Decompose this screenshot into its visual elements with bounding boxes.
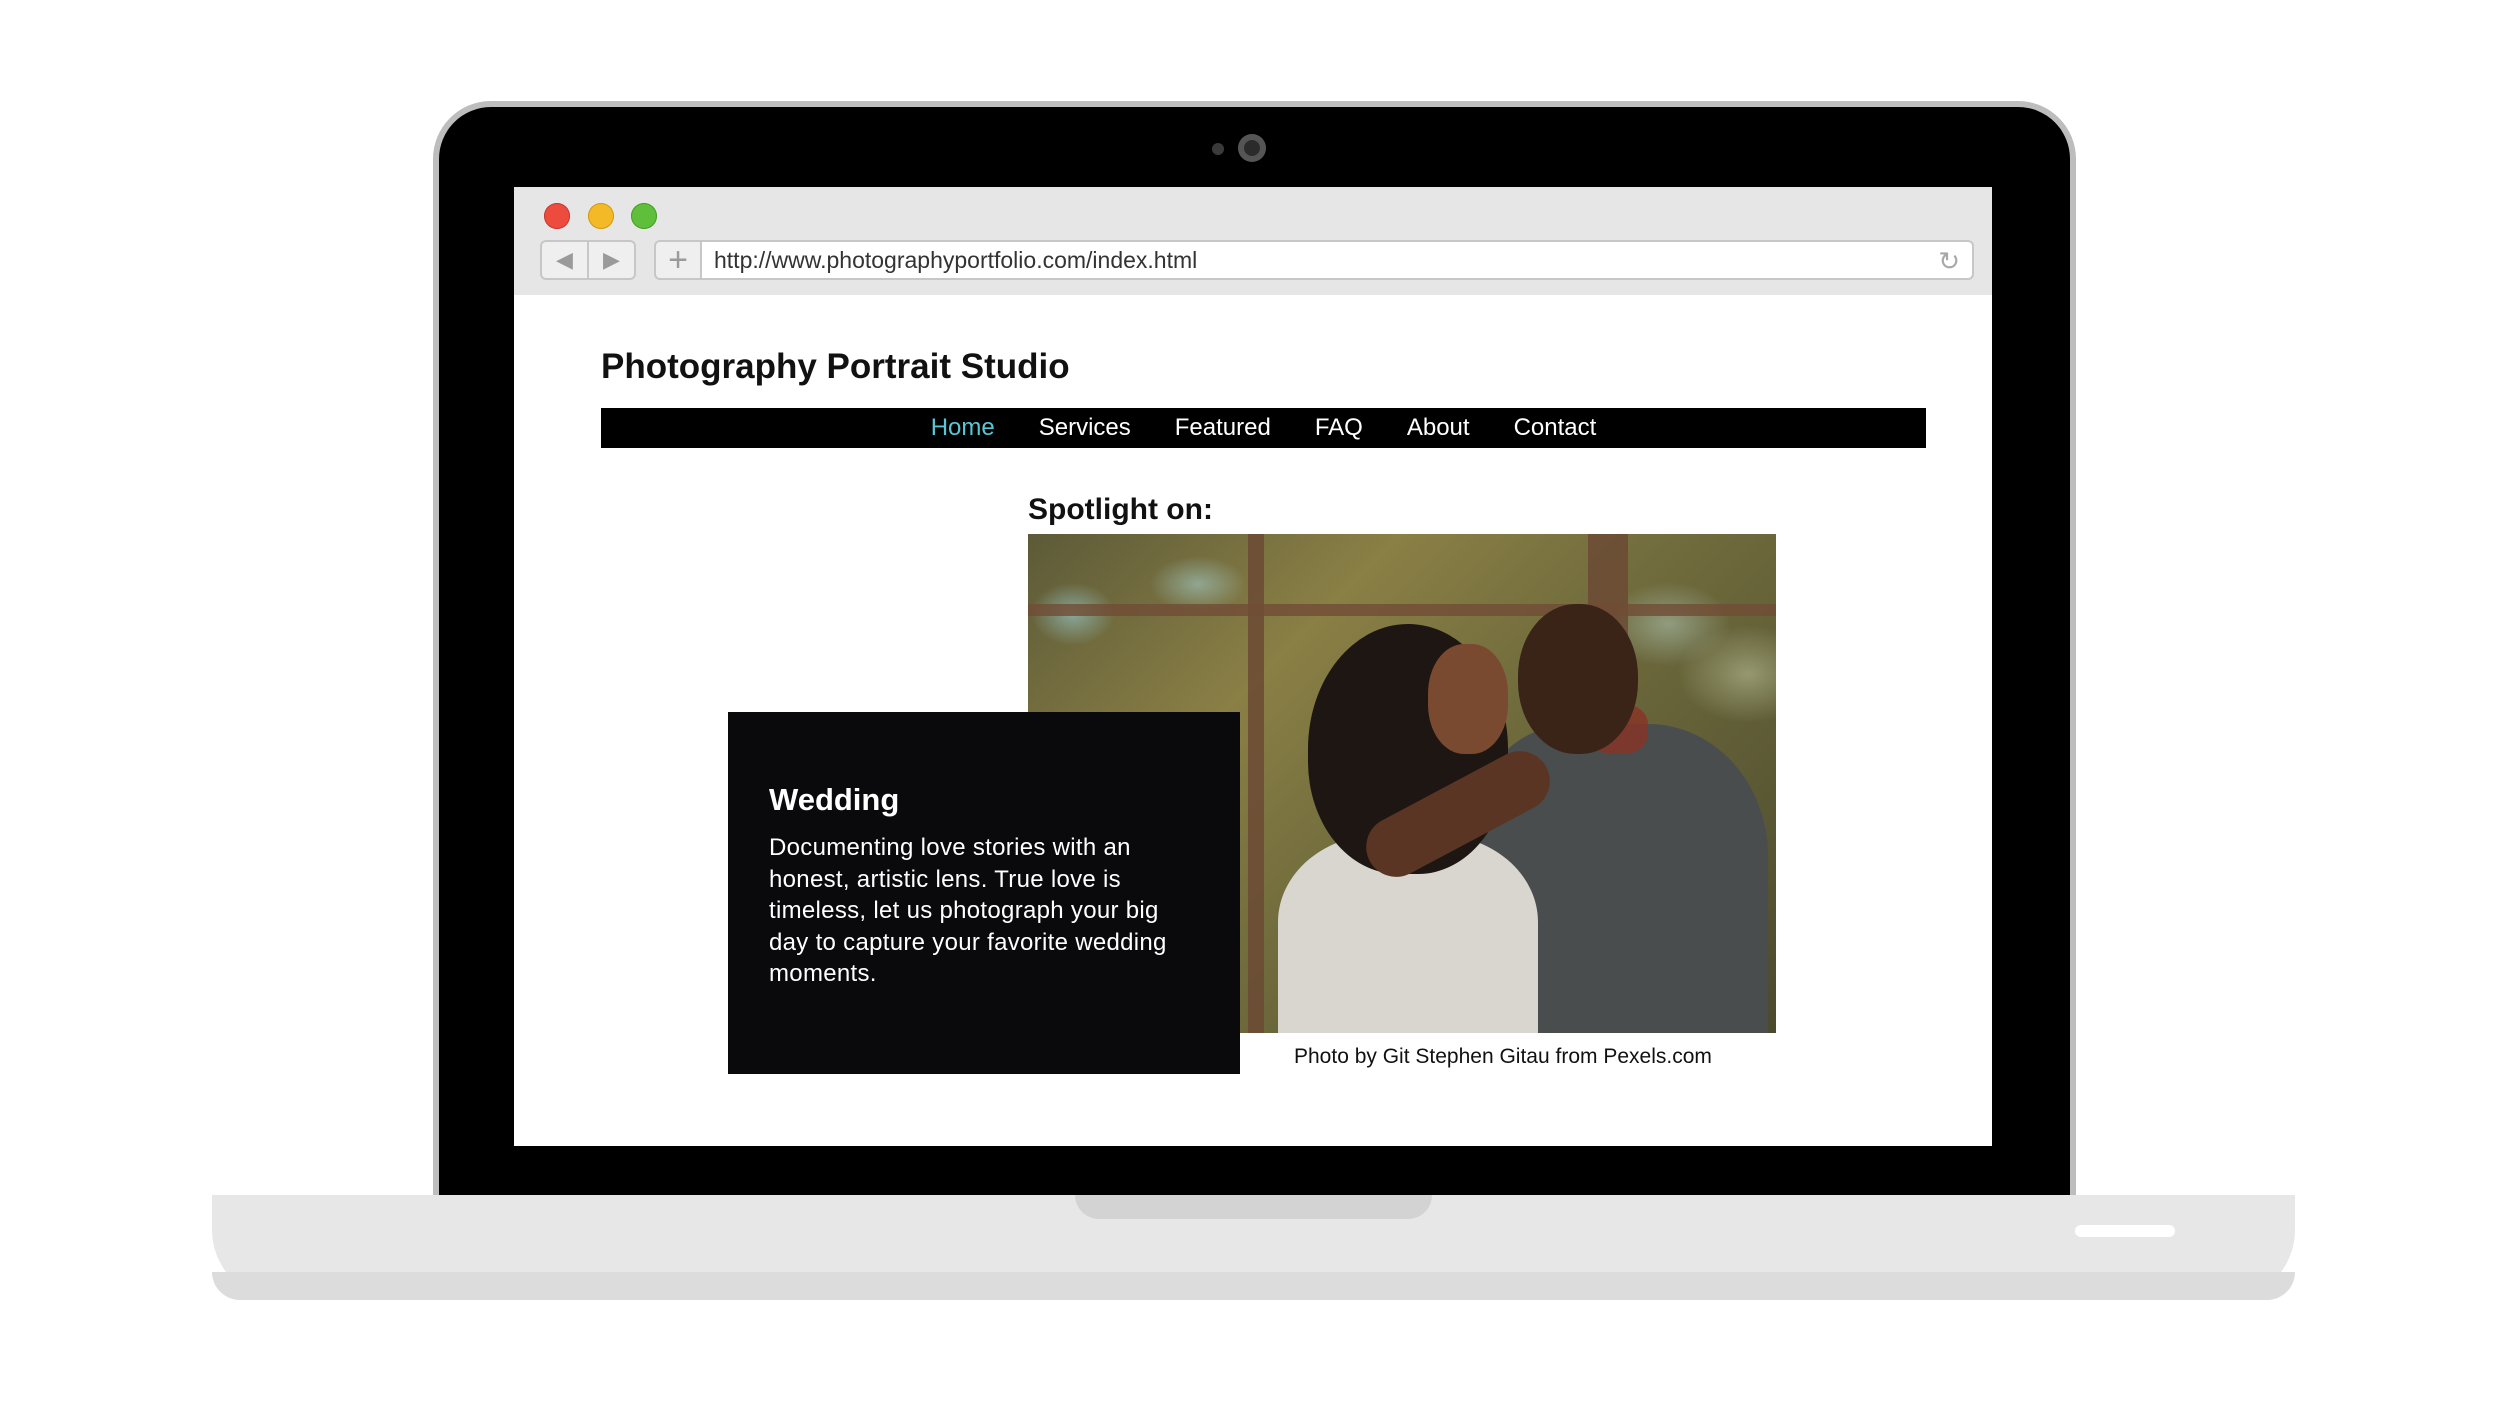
spotlight-heading: Spotlight on: [1028, 493, 1213, 526]
forward-arrow-icon[interactable]: ▶ [589, 242, 634, 278]
laptop-base-edge [212, 1272, 2295, 1300]
photo-bride-face [1428, 644, 1508, 754]
camera-sensor [1212, 143, 1224, 155]
new-tab-plus-icon[interactable]: + [654, 240, 700, 280]
history-buttons: ◀ ▶ [540, 240, 636, 280]
browser-window: ◀ ▶ + http://www.photographyportfolio.co… [514, 187, 1992, 1146]
photo-credit: Photo by Git Stephen Gitau from Pexels.c… [1294, 1045, 1712, 1068]
back-arrow-icon[interactable]: ◀ [542, 242, 589, 278]
browser-toolbar: ◀ ▶ + http://www.photographyportfolio.co… [514, 187, 1992, 295]
nav-link-home[interactable]: Home [931, 414, 995, 442]
nav-link-faq[interactable]: FAQ [1315, 414, 1363, 442]
nav-link-featured[interactable]: Featured [1175, 414, 1271, 442]
minimize-window-button[interactable] [588, 203, 614, 229]
card-description: Documenting love stories with an honest,… [769, 834, 1167, 987]
close-window-button[interactable] [544, 203, 570, 229]
nav-link-services[interactable]: Services [1039, 414, 1131, 442]
url-text: http://www.photographyportfolio.com/inde… [714, 246, 1198, 273]
photo-groom-head [1518, 604, 1638, 754]
nav-link-about[interactable]: About [1407, 414, 1470, 442]
maximize-window-button[interactable] [631, 203, 657, 229]
site-title: Photography Portrait Studio [601, 347, 1070, 386]
webcam-icon [1238, 134, 1266, 162]
address-bar[interactable]: http://www.photographyportfolio.com/inde… [700, 240, 1974, 280]
nav-link-contact[interactable]: Contact [1514, 414, 1597, 442]
spotlight-card: Wedding Documenting love stories with an… [728, 712, 1240, 1074]
photo-beam [1028, 604, 1776, 616]
card-title: Wedding [769, 782, 900, 817]
main-navigation: Home Services Featured FAQ About Contact [601, 408, 1926, 448]
laptop-hinge-notch [1075, 1195, 1432, 1219]
reload-icon[interactable]: ↻ [1938, 248, 1960, 274]
laptop-indicator-light [2075, 1225, 2175, 1237]
